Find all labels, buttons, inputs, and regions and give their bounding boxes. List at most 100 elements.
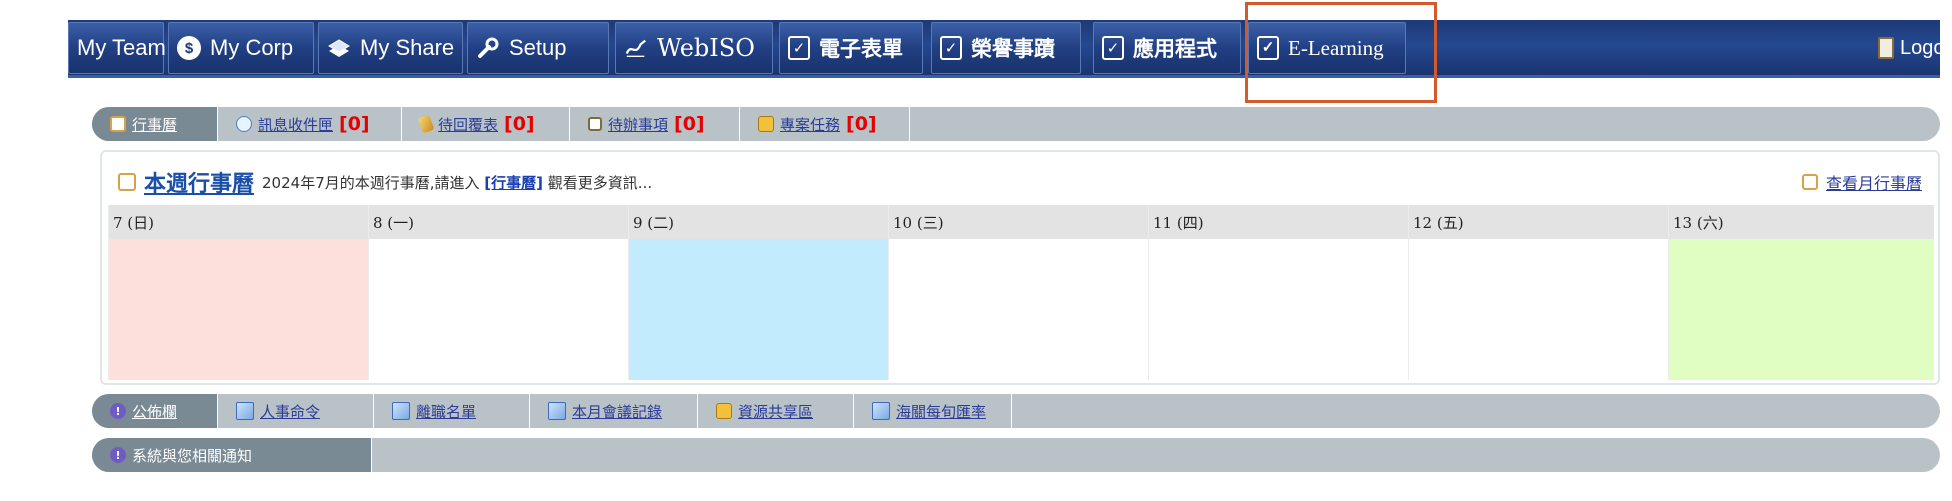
folder-icon xyxy=(716,403,732,419)
calendar-header: 本週行事曆 2024年7月的本週行事曆,請進入 [行事曆] 觀看更多資訊... xyxy=(118,166,652,198)
share-books-icon xyxy=(327,36,351,60)
nav-my-corp-label: My Corp xyxy=(210,35,294,60)
tab-project-tasks[interactable]: 專案任務 [0] xyxy=(740,107,910,141)
notice-strip: ! 系統與您相關通知 xyxy=(92,438,1940,472)
tab-meeting-records[interactable]: 本月會議記錄 xyxy=(530,394,698,428)
checkbox-icon: ✓ xyxy=(940,36,962,60)
tab-personnel-orders-label: 人事命令 xyxy=(260,402,321,421)
checkbox-icon: ✓ xyxy=(1102,36,1124,60)
calendar-description-suffix: 觀看更多資訊... xyxy=(547,173,653,192)
calendar-icon xyxy=(118,173,136,191)
nav-setup[interactable]: Setup xyxy=(467,22,609,74)
calendar-week-grid: 7 (日) 8 (一) 9 (二) 10 (三) 11 (四) 12 (五) 1… xyxy=(108,205,1934,380)
calendar-day-body[interactable] xyxy=(1409,239,1668,380)
nav-webiso-label: WebISO xyxy=(657,34,755,62)
view-month-calendar-link[interactable]: 查看月行事曆 xyxy=(1801,170,1922,194)
calendar-day[interactable]: 8 (一) xyxy=(368,205,628,380)
nav-my-team[interactable]: My Team xyxy=(68,22,166,74)
nav-webiso[interactable]: WebISO xyxy=(615,22,773,74)
note-icon xyxy=(392,402,410,420)
todo-checkbox-icon xyxy=(588,117,602,131)
info-icon: ! xyxy=(110,403,126,419)
tab-calendar-label: 行事曆 xyxy=(132,115,178,134)
calendar-day-body[interactable] xyxy=(1149,239,1408,380)
calendar-day[interactable]: 7 (日) xyxy=(108,205,368,380)
tab-resource-sharing[interactable]: 資源共享區 xyxy=(698,394,854,428)
calendar-day-body[interactable] xyxy=(109,239,368,380)
tab-project-tasks-label: 專案任務 xyxy=(780,115,841,134)
calendar-day[interactable]: 11 (四) xyxy=(1148,205,1408,380)
nav-my-corp[interactable]: $ My Corp xyxy=(168,22,314,74)
calendar-day-body[interactable] xyxy=(1669,239,1934,380)
tab-system-notices-label: 系統與您相關通知 xyxy=(132,446,253,465)
tab-calendar[interactable]: 行事曆 xyxy=(92,107,218,141)
nav-e-form[interactable]: ✓ 電子表單 xyxy=(779,22,923,74)
nav-honors-label: 榮譽事蹟 xyxy=(971,37,1055,61)
calendar-day-header: 12 (五) xyxy=(1409,205,1668,239)
tab-resource-sharing-label: 資源共享區 xyxy=(738,402,814,421)
view-month-calendar-label: 查看月行事曆 xyxy=(1825,174,1922,193)
calendar-day[interactable]: 9 (二) xyxy=(628,205,888,380)
folder-tag-icon xyxy=(758,116,774,132)
tab-resignation-list[interactable]: 離職名單 xyxy=(374,394,530,428)
nav-honors[interactable]: ✓ 榮譽事蹟 xyxy=(931,22,1081,74)
nav-my-share[interactable]: My Share xyxy=(318,22,463,74)
calendar-icon xyxy=(1801,174,1818,190)
tab-reply-forms[interactable]: 待回覆表 [0] xyxy=(402,107,570,141)
calendar-day[interactable]: 12 (五) xyxy=(1408,205,1668,380)
nav-e-learning[interactable]: ✓ E-Learning xyxy=(1248,22,1406,74)
tab-todo-label: 待辦事項 xyxy=(608,115,669,134)
tab-personnel-orders[interactable]: 人事命令 xyxy=(218,394,374,428)
bulletin-tab-strip: ! 公佈欄 人事命令 離職名單 本月會議記錄 資源共享區 海關每旬匯率 xyxy=(92,394,1940,428)
info-icon: ! xyxy=(110,447,126,463)
tab-project-tasks-count: [0] xyxy=(846,113,877,135)
note-icon xyxy=(548,402,566,420)
calendar-day-header: 11 (四) xyxy=(1149,205,1408,239)
tab-todo-count: [0] xyxy=(674,113,705,135)
calendar-day-body[interactable] xyxy=(889,239,1148,380)
nav-my-team-label: My Team xyxy=(77,35,166,60)
nav-applications[interactable]: ✓ 應用程式 xyxy=(1093,22,1241,74)
calendar-description-text: 2024年7月的本週行事曆,請進入 xyxy=(262,173,480,192)
nav-my-share-label: My Share xyxy=(360,35,455,60)
calendar-day[interactable]: 13 (六) xyxy=(1668,205,1934,380)
tab-todo[interactable]: 待辦事項 [0] xyxy=(570,107,740,141)
tab-resignation-list-label: 離職名單 xyxy=(416,402,477,421)
calendar-day[interactable]: 10 (三) xyxy=(888,205,1148,380)
logout-label: Logout xyxy=(1900,36,1952,59)
note-icon xyxy=(236,402,254,420)
calendar-description: 2024年7月的本週行事曆,請進入 [行事曆] 觀看更多資訊... xyxy=(262,172,652,193)
tab-meeting-records-label: 本月會議記錄 xyxy=(572,402,663,421)
logout-button[interactable]: Logout xyxy=(1878,22,1952,74)
tab-bulletin-board[interactable]: ! 公佈欄 xyxy=(92,394,218,428)
tab-inbox[interactable]: 訊息收件匣 [0] xyxy=(218,107,402,141)
pencil-icon xyxy=(417,114,435,134)
calendar-link[interactable]: [行事曆] xyxy=(484,174,543,192)
calendar-day-body[interactable] xyxy=(629,239,888,380)
calendar-day-header: 13 (六) xyxy=(1669,205,1934,239)
pen-signature-icon xyxy=(624,36,648,60)
calendar-day-header: 9 (二) xyxy=(629,205,888,239)
tab-inbox-label: 訊息收件匣 xyxy=(258,115,334,134)
tab-system-notices[interactable]: ! 系統與您相關通知 xyxy=(92,438,372,472)
calendar-day-header: 10 (三) xyxy=(889,205,1148,239)
tab-reply-forms-count: [0] xyxy=(504,113,535,135)
tab-bulletin-board-label: 公佈欄 xyxy=(132,402,178,421)
tab-inbox-count: [0] xyxy=(339,113,370,135)
nav-setup-label: Setup xyxy=(509,35,567,60)
calendar-icon xyxy=(110,116,126,132)
calendar-title[interactable]: 本週行事曆 xyxy=(144,166,254,198)
tab-reply-forms-label: 待回覆表 xyxy=(438,115,499,134)
checkbox-icon: ✓ xyxy=(788,36,810,60)
weekly-calendar-panel: 本週行事曆 2024年7月的本週行事曆,請進入 [行事曆] 觀看更多資訊... … xyxy=(100,150,1940,385)
door-icon xyxy=(1878,37,1894,59)
wrench-icon xyxy=(476,36,500,60)
note-icon xyxy=(872,402,890,420)
tab-customs-exchange-rate[interactable]: 海關每旬匯率 xyxy=(854,394,1012,428)
calendar-day-body[interactable] xyxy=(369,239,628,380)
main-tab-strip: 行事曆 訊息收件匣 [0] 待回覆表 [0] 待辦事項 [0] 專案任務 [0] xyxy=(92,107,1940,141)
calendar-day-header: 8 (一) xyxy=(369,205,628,239)
nav-e-learning-label: E-Learning xyxy=(1288,35,1384,60)
calendar-day-header: 7 (日) xyxy=(109,205,368,239)
tab-customs-exchange-rate-label: 海關每旬匯率 xyxy=(896,402,987,421)
